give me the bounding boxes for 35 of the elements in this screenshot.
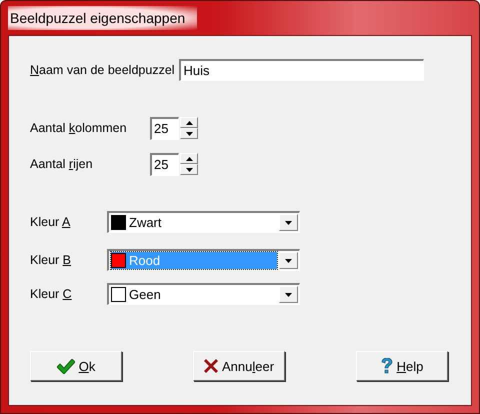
window-title: Beeldpuzzel eigenschappen: [8, 6, 198, 30]
field-label: Aantal rijen: [30, 157, 94, 171]
dropdown-value: Rood: [111, 252, 277, 269]
caret-up-icon: [186, 120, 192, 124]
field-label: Naam van de beeldpuzzel: [30, 63, 175, 77]
field-label: Kleur A: [30, 215, 72, 229]
dropdown-value: Geen: [111, 286, 277, 303]
ok-button[interactable]: Ok: [30, 351, 122, 381]
field-label: Kleur B: [30, 253, 72, 267]
cancel-button[interactable]: Annuleer: [193, 351, 285, 381]
caret-up-icon: [186, 156, 192, 160]
question-mark-icon: [380, 358, 393, 374]
cross-icon: [204, 359, 218, 373]
name-input-field[interactable]: Huis: [178, 59, 424, 81]
field-label: Aantal kolommen: [30, 121, 128, 135]
caret-down-icon: [186, 168, 192, 172]
dropdown-button[interactable]: [279, 286, 298, 303]
field-label: Kleur C: [30, 287, 73, 301]
dropdown-button[interactable]: [279, 252, 298, 269]
spin-down-button[interactable]: [180, 164, 198, 175]
caret-icon: [285, 220, 292, 224]
caret-icon: [285, 258, 292, 262]
color-dropdown[interactable]: Zwart: [107, 211, 300, 233]
number-input-field[interactable]: 25: [150, 116, 179, 140]
caret-down-icon: [186, 132, 192, 136]
caret-icon: [285, 292, 292, 296]
spin-up-button[interactable]: [180, 153, 198, 164]
spin-up-button[interactable]: [180, 117, 198, 128]
help-button[interactable]: Help: [356, 351, 448, 381]
checkmark-icon: [56, 358, 75, 374]
color-dropdown[interactable]: Geen: [107, 283, 300, 305]
dropdown-button[interactable]: [279, 214, 298, 231]
dropdown-value: Zwart: [111, 214, 277, 231]
number-input-field[interactable]: 25: [150, 152, 179, 176]
spin-down-button[interactable]: [180, 128, 198, 139]
